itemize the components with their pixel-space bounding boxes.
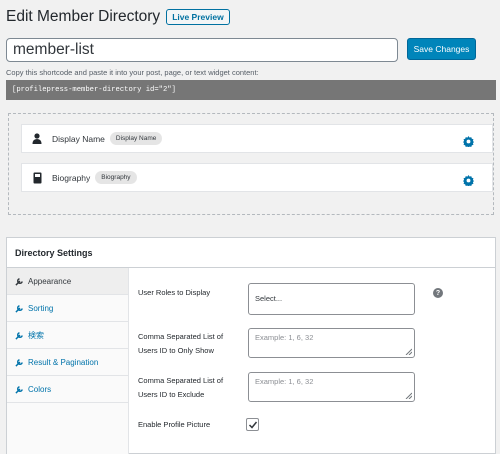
exclude-label-line-1: Comma Separated List of [138,376,224,385]
book-icon [32,172,42,184]
field-builder-area[interactable]: Display Name Display Name Biography Biog… [8,113,494,215]
field-badge: Biography [95,171,137,184]
tab-label: Appearance [28,276,72,286]
page-title: Edit Member Directory [6,8,161,25]
resize-handle-icon[interactable] [405,392,412,399]
user-roles-select[interactable]: Select... [248,283,415,315]
profile-picture-label: Enable Profile Picture [138,420,211,429]
field-label: Biography [52,172,91,183]
wrench-icon [15,331,23,340]
title-row: Edit Member Directory Live Preview [6,8,230,26]
save-changes-button[interactable]: Save Changes [407,38,476,60]
live-preview-button[interactable]: Live Preview [166,8,230,26]
gear-icon[interactable] [463,134,474,149]
tab-label: Colors [28,384,52,394]
profile-picture-checkbox[interactable] [246,418,259,431]
field-badge: Display Name [109,132,163,145]
wrench-icon [15,304,23,313]
field-label: Display Name [52,133,105,144]
include-label-line-1: Comma Separated List of [138,332,224,341]
exclude-placeholder: Example: 1, 6, 32 [255,377,314,386]
shortcode-box[interactable]: [profilepress-member-directory id="2"] [6,80,496,100]
include-users-textarea[interactable]: Example: 1, 6, 32 [248,328,415,358]
help-icon[interactable]: ? [433,288,443,298]
tab-appearance[interactable]: Appearance [7,268,128,295]
checkmark-icon [248,421,257,429]
exclude-label: Comma Separated List of Users ID to Excl… [138,374,223,402]
wrench-icon [15,385,23,394]
wrench-icon [15,277,23,286]
shortcode-hint: Copy this shortcode and paste it into yo… [6,68,259,77]
include-placeholder: Example: 1, 6, 32 [255,333,314,342]
tab-label: Result & Pagination [28,357,99,367]
tab-label: 検索 [28,330,44,340]
include-label: Comma Separated List of Users ID to Only… [138,330,223,358]
settings-tabs: Appearance Sorting 検索 Result & Paginatio… [7,268,129,454]
include-label-line-2: Users ID to Only Show [138,346,214,355]
user-icon [32,132,42,145]
exclude-users-textarea[interactable]: Example: 1, 6, 32 [248,372,415,402]
tab-colors[interactable]: Colors [7,376,128,403]
gear-icon[interactable] [463,173,474,188]
resize-handle-icon[interactable] [405,348,412,355]
exclude-label-line-2: Users ID to Exclude [138,390,205,399]
tab-search[interactable]: 検索 [7,322,128,349]
tab-label: Sorting [28,303,54,313]
tab-result-pagination[interactable]: Result & Pagination [7,349,128,376]
user-roles-label: User Roles to Display [138,288,211,297]
field-item-display-name[interactable]: Display Name Display Name [21,124,493,153]
tab-sorting[interactable]: Sorting [7,295,128,322]
directory-name-input[interactable]: member-list [6,38,398,62]
field-item-biography[interactable]: Biography Biography [21,163,493,192]
settings-title: Directory Settings [7,238,495,268]
wrench-icon [15,358,23,367]
